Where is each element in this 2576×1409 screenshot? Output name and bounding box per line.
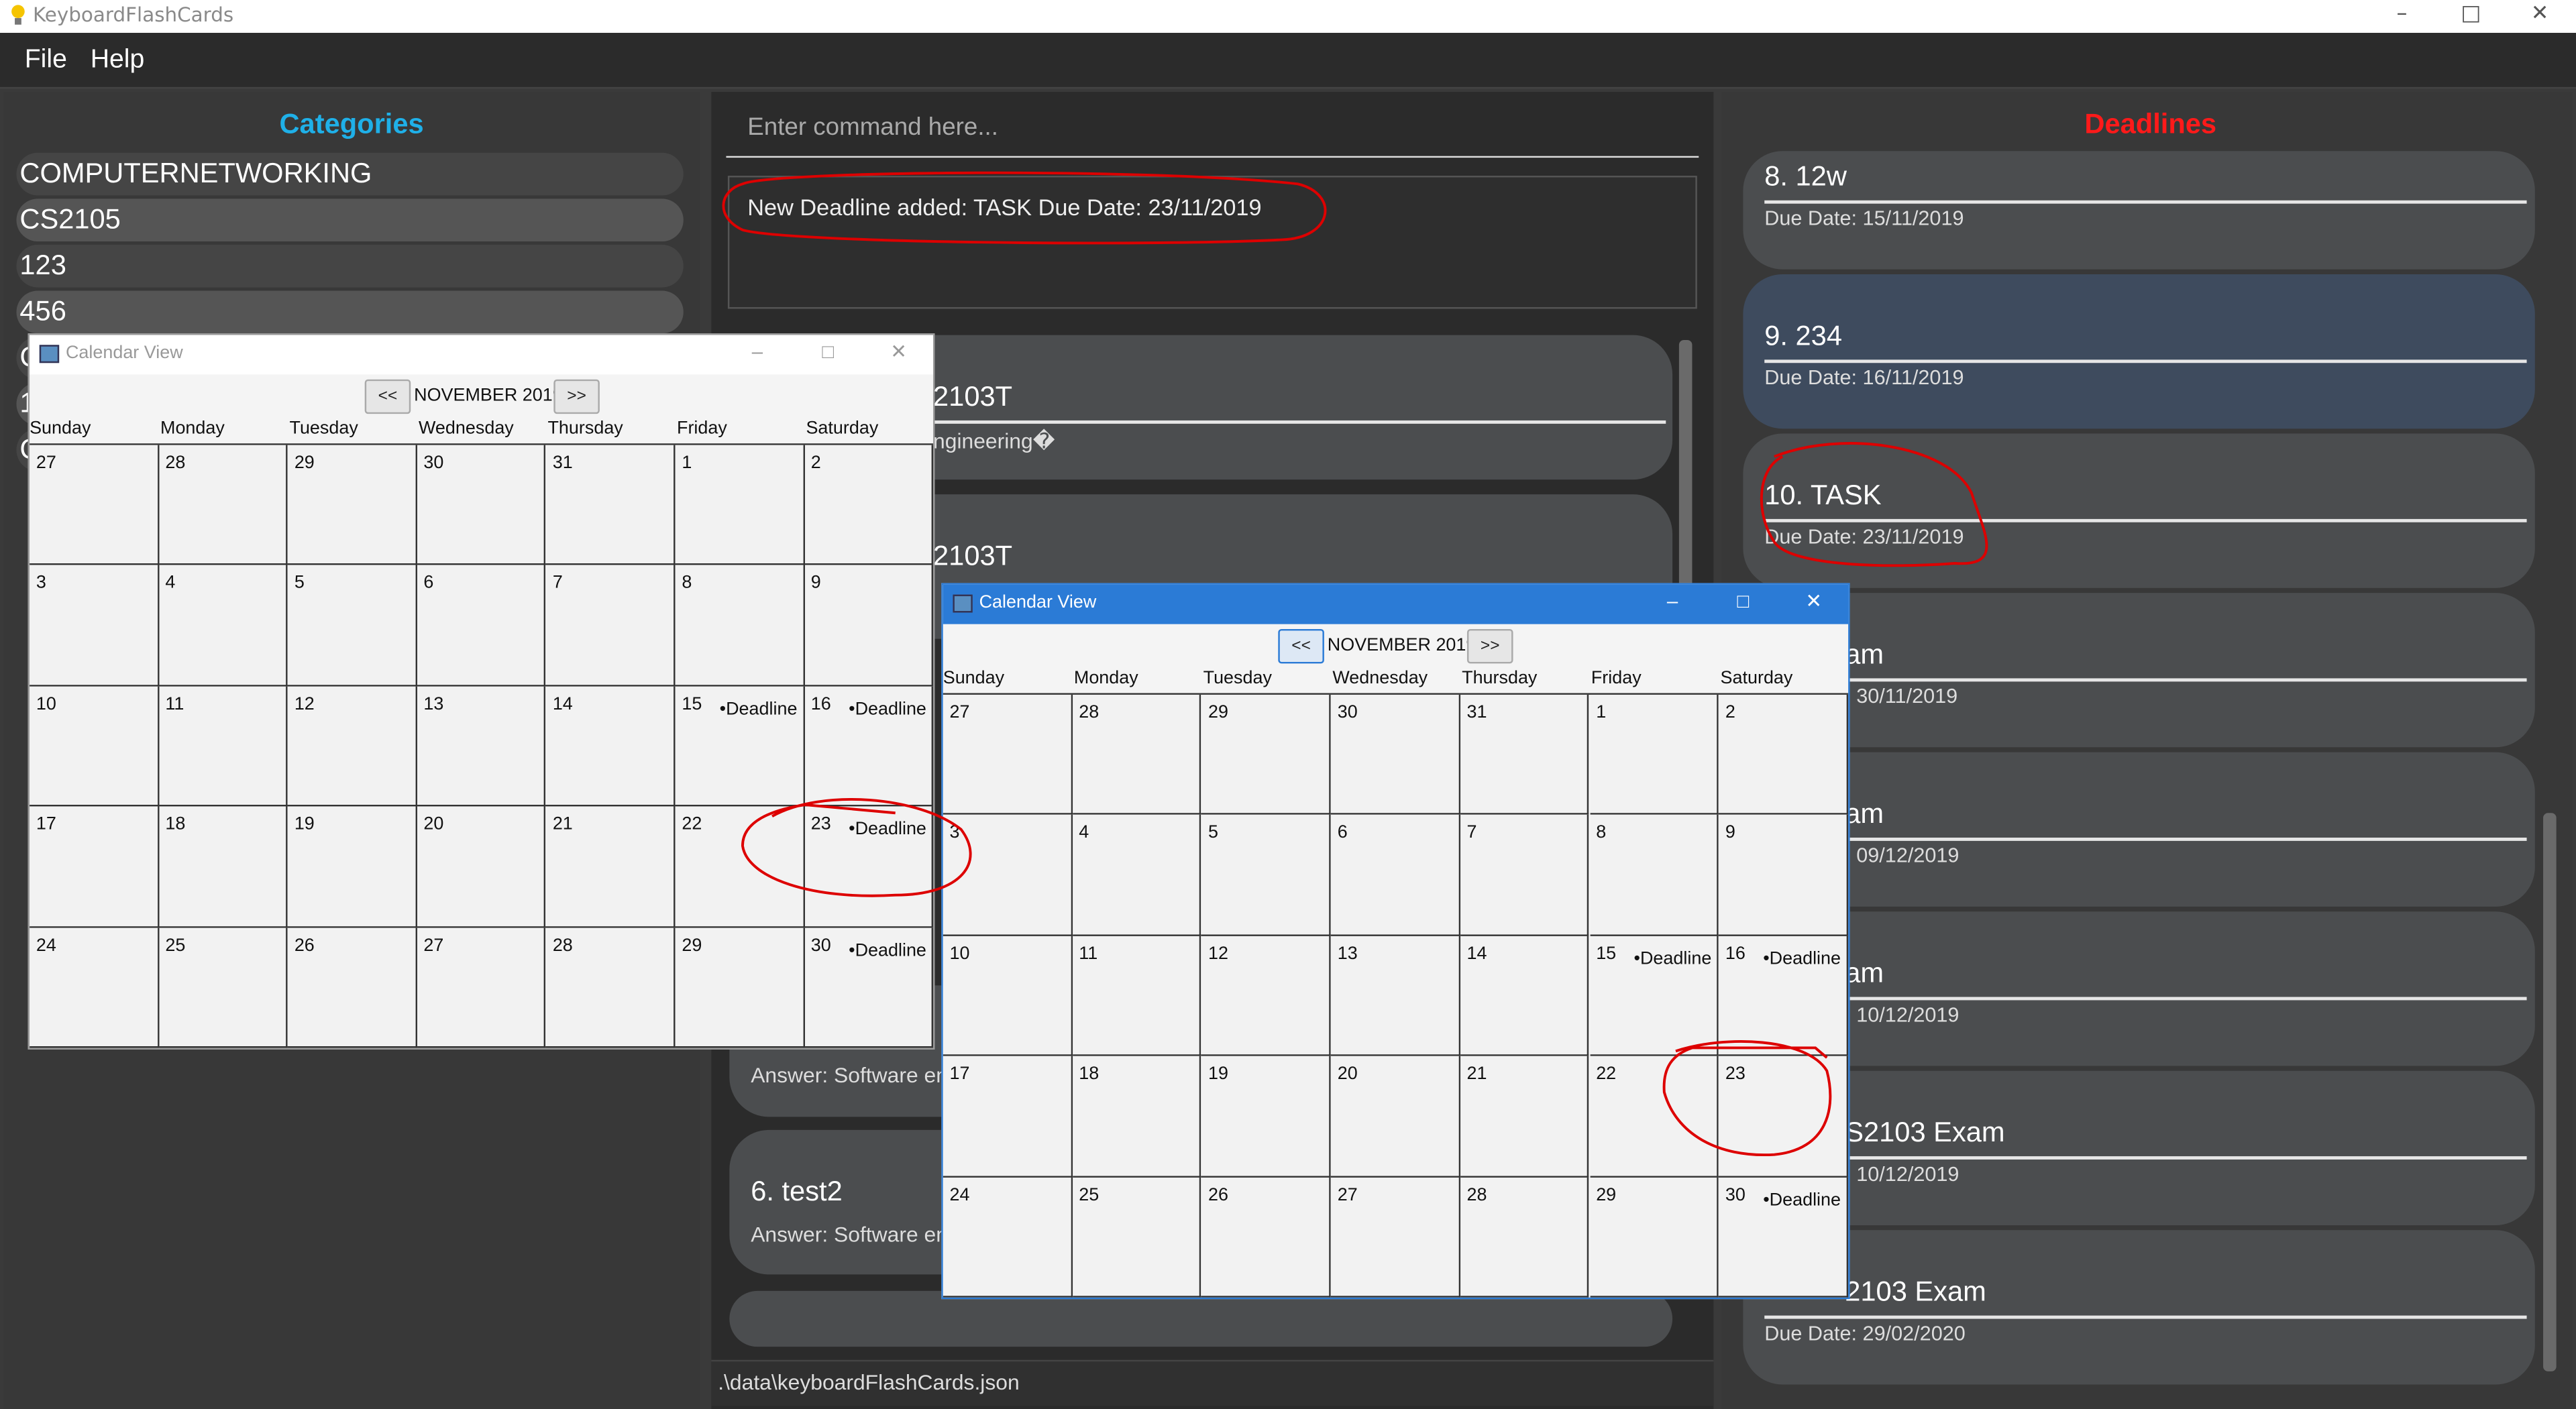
app-window: KeyboardFlashCards – □ ✕ File Help Categ… — [0, 0, 2576, 1409]
annotation-circle — [1760, 442, 1988, 567]
annotation-circle — [741, 798, 972, 897]
annotation-overlay — [722, 171, 1988, 1157]
annotation-circle — [722, 171, 1327, 245]
annotation-circle — [1662, 1040, 1832, 1157]
